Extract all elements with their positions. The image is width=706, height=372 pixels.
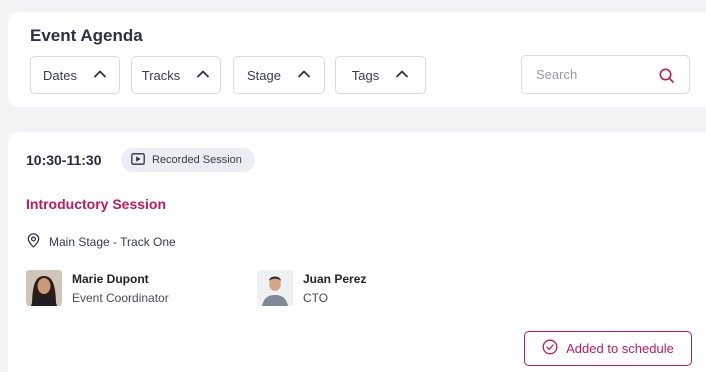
avatar <box>26 270 62 306</box>
badge-label: Recorded Session <box>152 154 242 166</box>
search-box <box>521 55 690 94</box>
chevron-up-icon <box>93 67 107 84</box>
chevron-up-icon <box>395 67 409 84</box>
button-label: Added to schedule <box>566 341 674 356</box>
play-icon <box>131 152 145 168</box>
filter-label: Dates <box>43 67 77 83</box>
added-to-schedule-button[interactable]: Added to schedule <box>524 331 692 366</box>
chevron-up-icon <box>297 67 311 84</box>
speaker-name: Marie Dupont <box>72 272 149 286</box>
search-input[interactable] <box>536 56 651 93</box>
session-card: 10:30-11:30 Recorded Session Introductor… <box>8 132 706 372</box>
filter-stage[interactable]: Stage <box>233 56 325 94</box>
recorded-session-badge: Recorded Session <box>121 148 255 172</box>
filter-dates[interactable]: Dates <box>30 56 120 94</box>
session-location: Main Stage - Track One <box>26 233 176 251</box>
session-title[interactable]: Introductory Session <box>26 196 166 212</box>
search-icon[interactable] <box>658 67 675 84</box>
check-circle-icon <box>542 339 558 358</box>
session-time: 10:30-11:30 <box>26 152 102 168</box>
filter-tags[interactable]: Tags <box>335 56 426 94</box>
filter-label: Stage <box>247 67 281 83</box>
avatar <box>257 270 293 306</box>
speaker-card[interactable]: Juan Perez CTO <box>257 270 366 306</box>
location-pin-icon <box>26 233 41 251</box>
chevron-up-icon <box>196 67 210 84</box>
filter-label: Tags <box>351 67 380 83</box>
filter-label: Tracks <box>141 67 181 83</box>
speaker-role: CTO <box>303 291 329 305</box>
speaker-card[interactable]: Marie Dupont Event Coordinator <box>26 270 169 306</box>
location-label: Main Stage - Track One <box>49 235 176 249</box>
filter-tracks[interactable]: Tracks <box>131 56 221 94</box>
page-title: Event Agenda <box>30 26 143 45</box>
speaker-name: Juan Perez <box>303 272 367 286</box>
speaker-role: Event Coordinator <box>72 291 169 305</box>
agenda-filter-panel: Event Agenda Dates Tracks Stage Tags <box>8 12 706 107</box>
